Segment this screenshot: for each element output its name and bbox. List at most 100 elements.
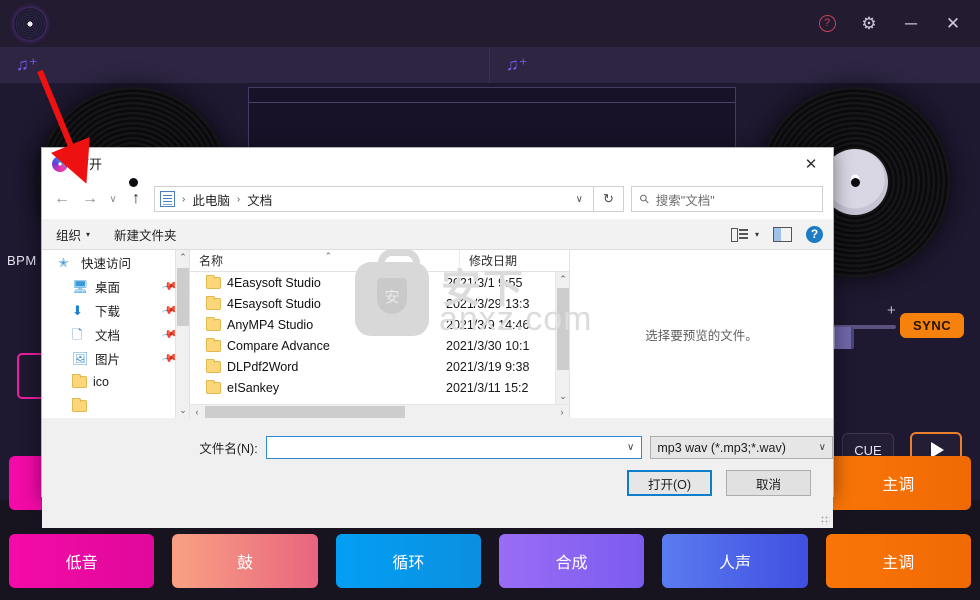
preview-pane: 选择要预览的文件。 xyxy=(570,250,833,418)
filelist-scroll-down[interactable]: ⌄ xyxy=(556,389,570,404)
table-row[interactable]: Compare Advance 2021/3/30 10:1 xyxy=(190,335,555,356)
file-list-rows: 4Easysoft Studio 2021/3/1 9:55 4Esaysoft… xyxy=(190,272,555,404)
navpane-scrollbar[interactable]: ⌃ ⌄ xyxy=(175,250,189,418)
sidebar-label-downloads: 下载 xyxy=(95,304,121,319)
pad-bass[interactable]: 低音 xyxy=(9,534,155,588)
titlebar-controls: ? ⚙ ─ ✕ xyxy=(808,0,972,47)
dialog-footer: 文件名(N): ∨ mp3 wav (*.mp3;*.wav) ∨ 打开(O) … xyxy=(42,418,833,528)
sidebar-label-desktop: 桌面 xyxy=(95,280,121,295)
folder-icon-partial xyxy=(72,398,87,412)
address-dropdown-icon[interactable]: ∨ xyxy=(570,194,589,205)
new-folder-button[interactable]: 新建文件夹 xyxy=(114,225,177,244)
sidebar-item-downloads[interactable]: ⬇ 下载 📌 xyxy=(42,298,189,322)
column-header-date[interactable]: 修改日期 xyxy=(460,250,569,271)
app-titlebar: ? ⚙ ─ ✕ xyxy=(0,0,980,47)
minimize-button[interactable]: ─ xyxy=(892,5,930,43)
pad-synth[interactable]: 合成 xyxy=(498,534,645,588)
sidebar-item-ico[interactable]: ico xyxy=(42,370,189,394)
hscroll-thumb[interactable] xyxy=(205,406,405,418)
search-box[interactable]: ⚲ 搜索"文档" xyxy=(631,186,823,212)
pad-melody[interactable]: 主调 xyxy=(825,534,971,588)
breadcrumb-this-pc[interactable]: 此电脑 xyxy=(189,190,233,209)
pad-drum[interactable]: 鼓 xyxy=(172,534,318,588)
table-row[interactable]: 4Easysoft Studio 2021/3/1 9:55 xyxy=(190,272,555,293)
sidebar-item-desktop[interactable]: 🖥 桌面 📌 xyxy=(42,274,189,298)
open-button[interactable]: 打开(O) xyxy=(627,470,712,496)
pad-loop[interactable]: 循环 xyxy=(335,534,481,588)
column-header-name[interactable]: 名称 ⌃ xyxy=(190,250,460,271)
tempo-slider-track[interactable] xyxy=(832,325,896,349)
file-date-cell: 2021/3/1 9:55 xyxy=(446,275,523,290)
folder-icon xyxy=(206,358,221,373)
close-button[interactable]: ✕ xyxy=(934,5,972,43)
file-date-cell: 2021/3/30 10:1 xyxy=(446,338,530,353)
filename-input[interactable]: ∨ xyxy=(265,436,643,459)
refresh-button[interactable]: ↻ xyxy=(594,186,624,212)
filelist-scroll-up[interactable]: ⌃ xyxy=(556,272,570,287)
resize-grip[interactable] xyxy=(821,516,830,525)
navpane-scroll-thumb[interactable] xyxy=(177,268,189,326)
file-name-text: AnyMP4 Studio xyxy=(227,317,314,332)
vinyl-record-logo-icon xyxy=(14,8,46,40)
gear-icon: ⚙ xyxy=(861,14,877,33)
navpane-scroll-down[interactable]: ⌄ xyxy=(176,403,189,418)
sidebar-item-pictures[interactable]: 🖼 图片 📌 xyxy=(42,346,189,370)
table-row[interactable]: 4Esaysoft Studio 2021/3/29 13:3 xyxy=(190,293,555,314)
recent-locations-button[interactable]: ∨ xyxy=(104,185,122,213)
file-date-cell: 2021/3/11 15:2 xyxy=(446,380,529,395)
sync-button[interactable]: SYNC xyxy=(900,313,965,338)
filelist-scroll-thumb[interactable] xyxy=(557,288,569,370)
sync-controls: + SYNC xyxy=(832,302,972,349)
file-list-vertical-scrollbar[interactable]: ⌃ ⌄ xyxy=(555,272,569,404)
help-circle-icon[interactable]: ? xyxy=(806,225,823,243)
tempo-slider-knob[interactable] xyxy=(832,327,854,349)
organize-button[interactable]: 组织 ▾ xyxy=(56,225,90,244)
sidebar-item-quick-access[interactable]: ✭ 快速访问 xyxy=(42,250,189,274)
file-list-horizontal-scrollbar[interactable]: ‹ › xyxy=(190,404,569,418)
dialog-body: ✭ 快速访问 🖥 桌面 📌 ⬇ 下载 📌 🗋 文档 📌 🖼 图片 📌 ico ⌃… xyxy=(42,250,833,418)
dialog-titlebar: 打开 ✕ xyxy=(42,148,833,179)
hscroll-left-arrow[interactable]: ‹ xyxy=(190,405,204,419)
filetype-select[interactable]: mp3 wav (*.mp3;*.wav) ∨ xyxy=(650,436,833,459)
waveform-baseline xyxy=(249,102,735,103)
folder-icon xyxy=(206,295,221,310)
sidebar-item-documents[interactable]: 🗋 文档 📌 xyxy=(42,322,189,346)
organize-label: 组织 xyxy=(56,228,82,243)
folder-icon-ico xyxy=(72,374,87,388)
settings-button[interactable]: ⚙ xyxy=(850,5,888,43)
file-name-cell: 4Easysoft Studio xyxy=(190,274,446,290)
chevron-down-icon: ▾ xyxy=(86,229,91,239)
filetype-chevron-down-icon: ∨ xyxy=(818,442,826,453)
navpane-scroll-up[interactable]: ⌃ xyxy=(176,250,189,265)
file-name-text: 4Easysoft Studio xyxy=(227,275,321,290)
hscroll-right-arrow[interactable]: › xyxy=(555,405,569,419)
documents-icon: 🗋 xyxy=(72,326,83,342)
filename-row: 文件名(N): ∨ mp3 wav (*.mp3;*.wav) ∨ xyxy=(42,436,833,459)
sidebar-item-partial[interactable] xyxy=(42,394,189,418)
effect-pad-row-bottom: 低音 鼓 循环 合成 人声 主调 xyxy=(0,534,980,588)
file-date-cell: 2021/3/19 9:38 xyxy=(446,359,530,374)
preview-pane-icon[interactable] xyxy=(773,226,792,242)
minimize-icon: ─ xyxy=(904,14,918,33)
breadcrumb-documents[interactable]: 文档 xyxy=(244,190,275,209)
address-bar[interactable]: › 此电脑 › 文档 ∨ xyxy=(154,186,594,212)
pad-vocal[interactable]: 人声 xyxy=(662,534,808,588)
cancel-button[interactable]: 取消 xyxy=(726,470,811,496)
table-row[interactable]: eISankey 2021/3/11 15:2 xyxy=(190,377,555,398)
plus-marker: + xyxy=(887,302,896,319)
dialog-close-button[interactable]: ✕ xyxy=(789,148,833,179)
filename-chevron-down-icon[interactable]: ∨ xyxy=(627,442,637,453)
folder-icon xyxy=(206,337,221,352)
file-name-text: Compare Advance xyxy=(227,338,330,353)
sidebar-label-pictures: 图片 xyxy=(95,352,121,367)
up-button[interactable]: ↑ xyxy=(122,185,150,213)
pad-melody-top[interactable]: 主调 xyxy=(825,456,971,510)
table-row[interactable]: AnyMP4 Studio 2021/3/9 14:46 xyxy=(190,314,555,335)
navigation-pane: ✭ 快速访问 🖥 桌面 📌 ⬇ 下载 📌 🗋 文档 📌 🖼 图片 📌 ico ⌃… xyxy=(42,250,190,418)
table-row[interactable]: DLPdf2Word 2021/3/19 9:38 xyxy=(190,356,555,377)
back-button[interactable]: ← xyxy=(48,185,76,213)
forward-button[interactable]: → xyxy=(76,185,104,213)
music-note-plus-icon-right[interactable]: ♫⁺ xyxy=(506,56,528,74)
view-options-button[interactable]: ▾ xyxy=(730,227,759,242)
help-button[interactable]: ? xyxy=(808,5,846,43)
